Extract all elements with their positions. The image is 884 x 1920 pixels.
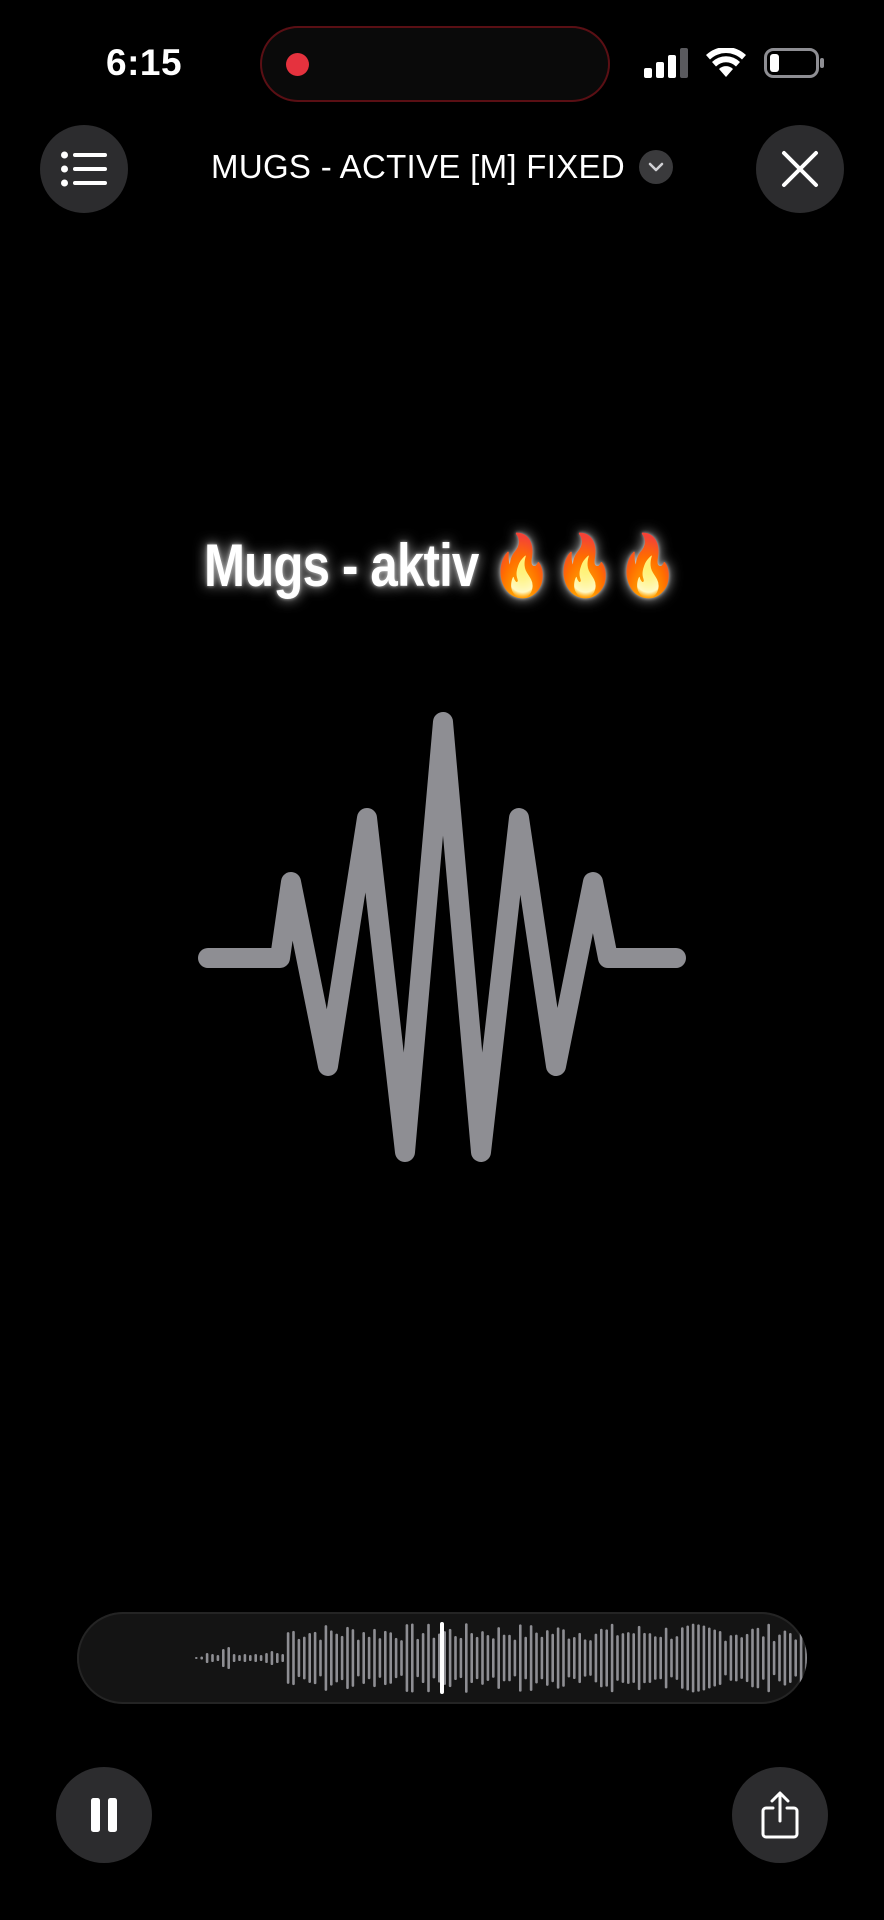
caption-text: Mugs - aktiv	[203, 532, 479, 599]
waveform-icon	[198, 712, 686, 1162]
recording-title: MUGS - ACTIVE [M] FIXED	[211, 148, 625, 185]
fire-emoji: 🔥🔥🔥	[491, 532, 681, 599]
pause-button[interactable]	[56, 1767, 152, 1863]
battery-icon	[764, 48, 824, 78]
caption: Mugs - aktiv 🔥🔥🔥	[80, 530, 805, 601]
chevron-down-icon	[638, 150, 673, 184]
dynamic-island[interactable]	[260, 26, 610, 102]
playhead[interactable]	[440, 1622, 444, 1694]
close-button[interactable]	[756, 125, 844, 213]
share-icon	[761, 1791, 799, 1839]
status-icons	[644, 48, 826, 78]
recording-indicator-icon	[286, 53, 309, 76]
wifi-icon	[706, 48, 746, 77]
pause-icon	[91, 1798, 117, 1832]
audio-waveform-scrubber[interactable]	[77, 1612, 807, 1704]
audio-scrubber[interactable]	[77, 1612, 807, 1704]
share-button[interactable]	[732, 1767, 828, 1863]
close-icon	[782, 151, 818, 187]
title-dropdown[interactable]: MUGS - ACTIVE [M] FIXED	[0, 148, 884, 186]
cellular-signal-icon	[644, 48, 688, 78]
status-time: 6:15	[106, 42, 183, 83]
